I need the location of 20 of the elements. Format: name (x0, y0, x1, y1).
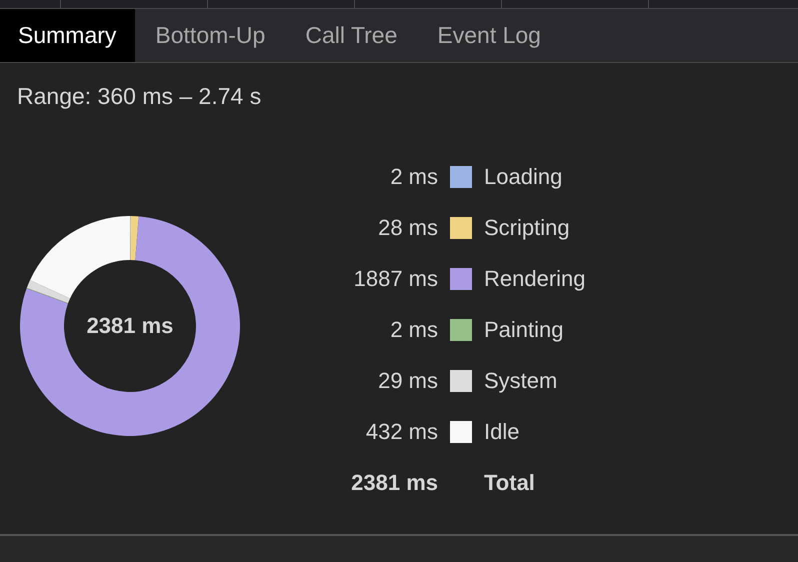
tab[interactable]: Event Log (417, 9, 561, 62)
total-value: 2381 ms (351, 470, 438, 496)
range-label: Range: 360 ms – 2.74 s (17, 83, 262, 110)
time-value: 1887 ms (354, 266, 438, 292)
total-label: Total (484, 470, 535, 496)
time-value: 432 ms (366, 419, 438, 445)
category-label: Loading (484, 164, 562, 190)
time-value: 2 ms (390, 164, 438, 190)
time-value: 29 ms (378, 368, 438, 394)
time-value: 28 ms (378, 215, 438, 241)
tab[interactable]: Bottom-Up (135, 9, 286, 62)
category-label: Scripting (484, 215, 570, 241)
category-label: Rendering (484, 266, 586, 292)
category-label: Idle (484, 419, 520, 445)
time-value: 2 ms (390, 317, 438, 343)
tab[interactable]: Call Tree (285, 9, 418, 62)
total-time-label: 2381 ms (86, 313, 174, 339)
category-label: Painting (484, 317, 564, 343)
tab[interactable]: Summary (0, 9, 136, 62)
category-label: System (484, 368, 558, 394)
